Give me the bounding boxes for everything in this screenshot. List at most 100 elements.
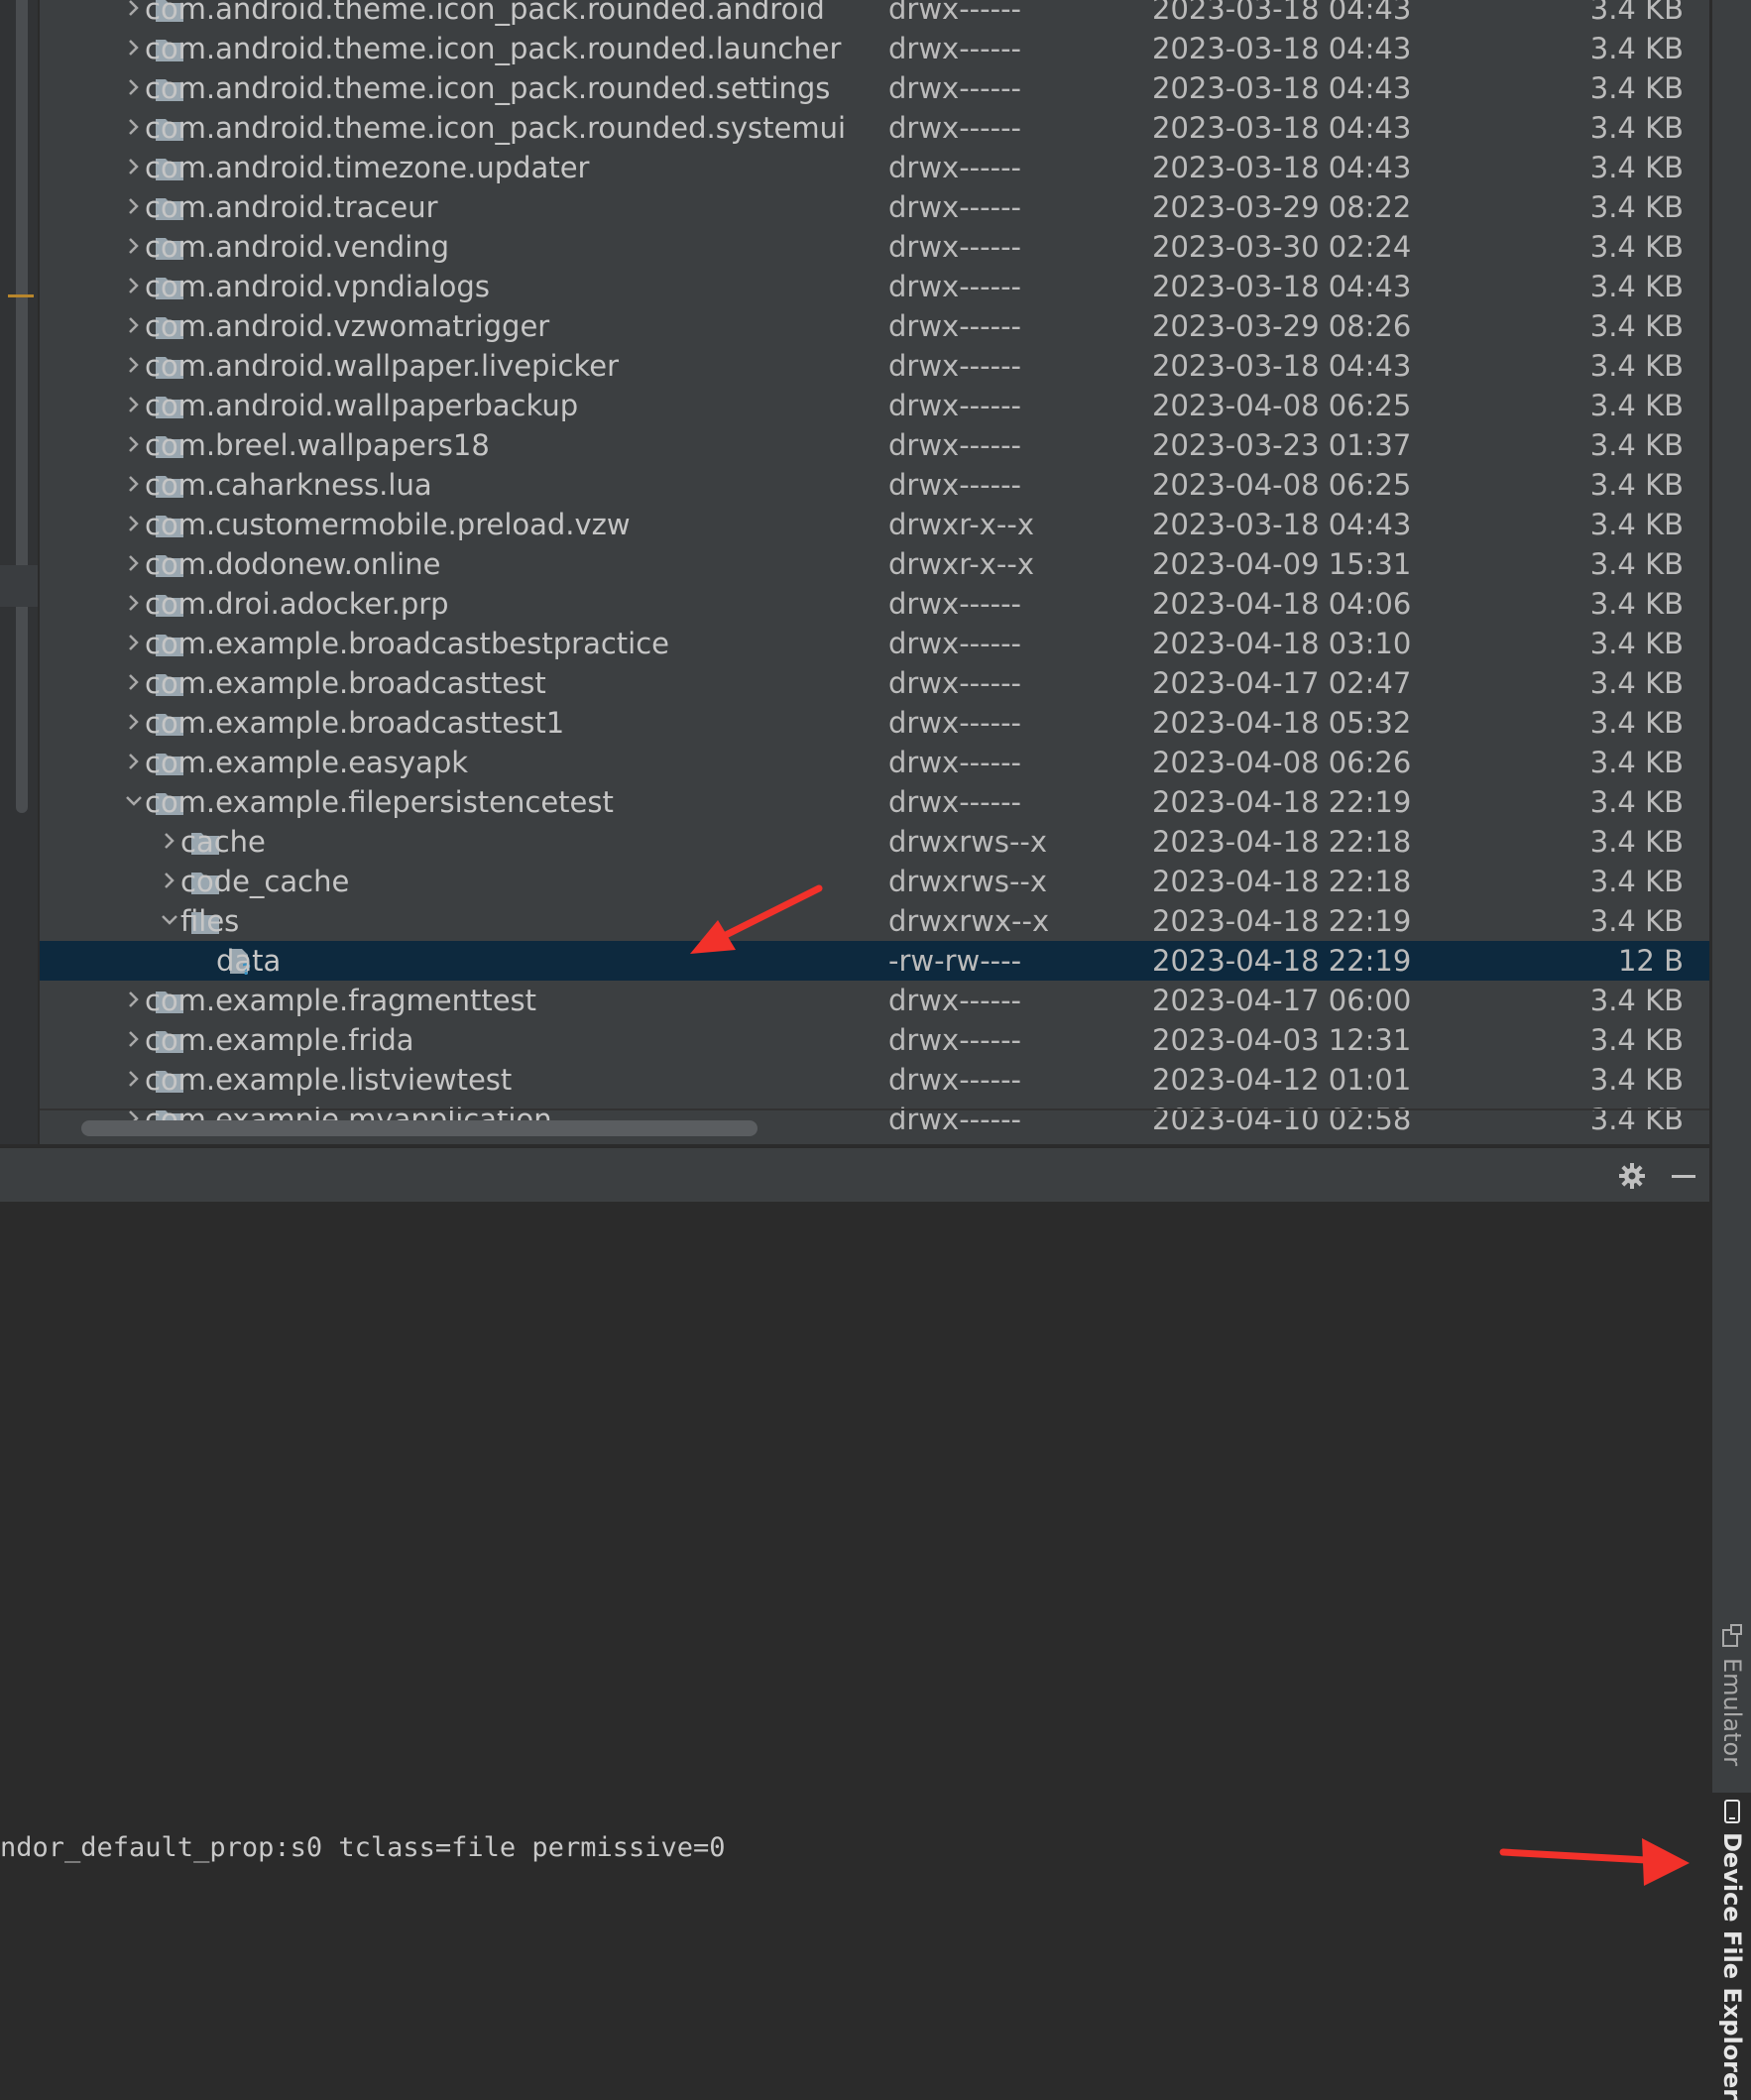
chevron-right-icon[interactable] — [121, 0, 147, 29]
gear-icon[interactable] — [1618, 1162, 1646, 1190]
folder-row[interactable]: com.example.filepersistencetest drwx-----… — [40, 782, 1709, 822]
chevron-right-icon[interactable] — [121, 346, 147, 386]
row-name: com.android.timezone.updater — [145, 151, 590, 184]
tree-divider — [40, 1108, 1709, 1110]
chevron-right-icon[interactable] — [121, 544, 147, 584]
row-perm: drwx------ — [888, 349, 1021, 383]
folder-row[interactable]: com.example.broadcasttest1 drwx------ 2023… — [40, 703, 1709, 743]
folder-row[interactable]: com.android.wallpaperbackup drwx------ 202… — [40, 386, 1709, 425]
row-name: com.android.vpndialogs — [145, 270, 490, 303]
chevron-right-icon[interactable] — [121, 505, 147, 544]
folder-row[interactable]: com.android.vzwomatrigger drwx------ 2023-… — [40, 306, 1709, 346]
folder-row[interactable]: com.android.wallpaper.livepicker drwx----… — [40, 346, 1709, 386]
row-date: 2023-04-18 03:10 — [1152, 627, 1412, 660]
row-size: 3.4 KB — [1589, 270, 1684, 303]
folder-row[interactable]: com.android.traceur drwx------ 2023-03-29 … — [40, 187, 1709, 227]
folder-row[interactable]: com.example.frida drwx------ 2023-04-03 12… — [40, 1020, 1709, 1060]
left-gutter — [0, 0, 38, 1144]
folder-row[interactable]: com.example.broadcasttest drwx------ 2023-… — [40, 663, 1709, 703]
row-date: 2023-04-18 05:32 — [1152, 706, 1412, 740]
row-perm: drwx------ — [888, 666, 1021, 700]
chevron-right-icon[interactable] — [121, 227, 147, 267]
row-name: code_cache — [180, 865, 350, 898]
row-perm: drwx------ — [888, 190, 1021, 224]
gutter-scrollbar[interactable] — [16, 0, 28, 813]
folder-row[interactable]: com.android.vending drwx------ 2023-03-30 … — [40, 227, 1709, 267]
row-size: 3.4 KB — [1589, 428, 1684, 462]
file-row[interactable]: ? data -rw-rw---- 2023-04-18 22:19 12 B — [40, 941, 1709, 981]
chevron-right-icon[interactable] — [121, 981, 147, 1020]
chevron-right-icon[interactable] — [121, 386, 147, 425]
chevron-right-icon[interactable] — [121, 68, 147, 108]
folder-row[interactable]: com.android.timezone.updater drwx------ 20… — [40, 148, 1709, 187]
horizontal-scrollbar[interactable] — [81, 1120, 758, 1136]
chevron-right-icon[interactable] — [121, 148, 147, 187]
row-date: 2023-04-17 02:47 — [1152, 666, 1412, 700]
row-name: com.example.broadcasttest — [145, 666, 546, 700]
chevron-right-icon[interactable] — [121, 425, 147, 465]
row-size: 3.4 KB — [1589, 468, 1684, 502]
chevron-right-icon[interactable] — [121, 703, 147, 743]
minimize-icon[interactable] — [1670, 1162, 1697, 1190]
chevron-right-icon[interactable] — [121, 187, 147, 227]
row-size: 3.4 KB — [1589, 666, 1684, 700]
folder-row[interactable]: com.customermobile.preload.vzw drwxr-x--x… — [40, 505, 1709, 544]
folder-row[interactable]: com.example.fragmenttest drwx------ 2023-0… — [40, 981, 1709, 1020]
row-date: 2023-03-18 04:43 — [1152, 111, 1412, 145]
chevron-right-icon[interactable] — [121, 624, 147, 663]
row-date: 2023-03-18 04:43 — [1152, 508, 1412, 541]
chevron-right-icon[interactable] — [121, 267, 147, 306]
chevron-down-icon[interactable] — [121, 782, 147, 822]
row-size: 3.4 KB — [1589, 230, 1684, 264]
chevron-right-icon[interactable] — [121, 306, 147, 346]
chevron-down-icon[interactable] — [157, 901, 182, 941]
folder-row[interactable]: com.android.theme.icon_pack.rounded.sett… — [40, 68, 1709, 108]
folder-row[interactable]: com.android.theme.icon_pack.rounded.andr… — [40, 0, 1709, 29]
folder-row[interactable]: com.android.theme.icon_pack.rounded.laun… — [40, 29, 1709, 68]
row-date: 2023-04-18 22:19 — [1152, 904, 1412, 938]
row-size: 3.4 KB — [1589, 1023, 1684, 1057]
row-size: 3.4 KB — [1589, 984, 1684, 1017]
chevron-right-icon[interactable] — [121, 29, 147, 68]
chevron-right-icon[interactable] — [121, 108, 147, 148]
row-date: 2023-03-18 04:43 — [1152, 32, 1412, 65]
row-date: 2023-03-30 02:24 — [1152, 230, 1412, 264]
chevron-right-icon[interactable] — [121, 1060, 147, 1100]
row-perm: drwx------ — [888, 71, 1021, 105]
row-size: 3.4 KB — [1589, 71, 1684, 105]
row-size: 3.4 KB — [1589, 547, 1684, 581]
folder-row[interactable]: com.droi.adocker.prp drwx------ 2023-04-18… — [40, 584, 1709, 624]
row-size: 3.4 KB — [1589, 865, 1684, 898]
folder-row[interactable]: com.android.theme.icon_pack.rounded.syst… — [40, 108, 1709, 148]
folder-row[interactable]: com.caharkness.lua drwx------ 2023-04-08 0… — [40, 465, 1709, 505]
chevron-right-icon[interactable] — [121, 663, 147, 703]
row-perm: drwx------ — [888, 389, 1021, 422]
device-file-explorer-tab[interactable]: Device File Explorer — [1712, 1793, 1751, 2100]
folder-row[interactable]: com.breel.wallpapers18 drwx------ 2023-03-… — [40, 425, 1709, 465]
row-size: 3.4 KB — [1589, 1063, 1684, 1097]
folder-row[interactable]: cache drwxrws--x 2023-04-18 22:18 3.4 KB — [40, 822, 1709, 862]
row-perm: drwx------ — [888, 111, 1021, 145]
chevron-right-icon[interactable] — [121, 465, 147, 505]
folder-row[interactable]: code_cache drwxrws--x 2023-04-18 22:18 3.4 … — [40, 862, 1709, 901]
chevron-right-icon[interactable] — [121, 743, 147, 782]
row-date: 2023-04-12 01:01 — [1152, 1063, 1412, 1097]
folder-row[interactable]: com.android.vpndialogs drwx------ 2023-03-… — [40, 267, 1709, 306]
folder-row[interactable]: com.example.easyapk drwx------ 2023-04-08 … — [40, 743, 1709, 782]
folder-row[interactable]: com.example.broadcastbestpractice drwx---… — [40, 624, 1709, 663]
chevron-right-icon[interactable] — [121, 1020, 147, 1060]
row-date: 2023-04-03 12:31 — [1152, 1023, 1412, 1057]
chevron-right-icon[interactable] — [121, 584, 147, 624]
log-output: ndor_default_prop:s0 tclass=file permiss… — [0, 1202, 1709, 2072]
row-size: 3.4 KB — [1589, 349, 1684, 383]
folder-row[interactable]: files drwxrwx--x 2023-04-18 22:19 3.4 KB — [40, 901, 1709, 941]
row-name: com.example.frida — [145, 1023, 414, 1057]
row-perm: drwxr-x--x — [888, 508, 1034, 541]
emulator-tab[interactable]: Emulator — [1712, 1618, 1751, 1766]
folder-row[interactable]: com.dodonew.online drwxr-x--x 2023-04-09 1… — [40, 544, 1709, 584]
chevron-right-icon[interactable] — [157, 862, 182, 901]
row-date: 2023-03-29 08:26 — [1152, 309, 1412, 343]
folder-row[interactable]: com.example.listviewtest drwx------ 2023-0… — [40, 1060, 1709, 1100]
row-name: files — [180, 904, 240, 938]
chevron-right-icon[interactable] — [157, 822, 182, 862]
